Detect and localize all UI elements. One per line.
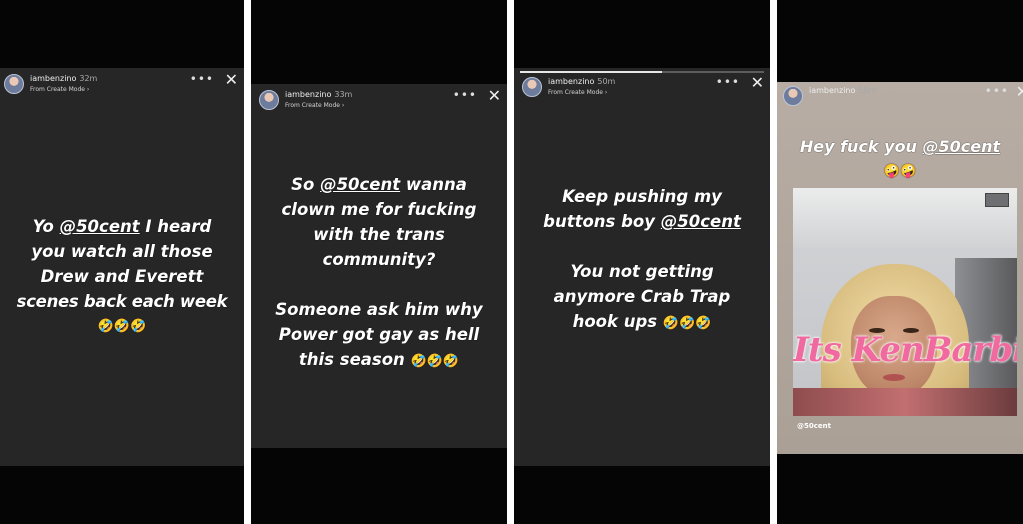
emoji-row: 🤣🤣🤣 xyxy=(97,319,147,334)
story-text-line: clown me for fucking xyxy=(281,200,477,219)
ceiling-vent xyxy=(985,193,1009,207)
story-timestamp: 50m xyxy=(858,86,877,95)
story-card[interactable]: iambenzino 50m From Create Mode › ••• ✕ K… xyxy=(514,68,770,466)
story-text-line: Drew and Everett xyxy=(40,267,204,286)
story-panel-1[interactable]: iambenzino 32m From Create Mode › ••• ✕ Y… xyxy=(0,0,244,524)
story-text-line: with the trans xyxy=(313,225,445,244)
story-header: iambenzino 32m From Create Mode › ••• ✕ xyxy=(4,70,238,100)
story-text-line: Hey fuck you @50cent xyxy=(799,137,1001,156)
story-panel-2[interactable]: iambenzino 33m From Create Mode › ••• ✕ S… xyxy=(251,0,507,524)
emoji-row: 🤪🤪 xyxy=(883,164,917,179)
close-icon[interactable]: ✕ xyxy=(488,86,501,105)
story-username[interactable]: iambenzino 33m xyxy=(285,90,352,99)
more-options-icon[interactable]: ••• xyxy=(190,72,214,86)
story-panel-4[interactable]: iambenzino 50m ••• ✕ Hey fuck you @50cent… xyxy=(777,0,1023,524)
more-options-icon[interactable]: ••• xyxy=(716,75,740,89)
create-mode-link[interactable]: From Create Mode › xyxy=(548,89,607,96)
story-text-line: So @50cent wanna xyxy=(291,175,467,194)
more-options-icon[interactable]: ••• xyxy=(453,88,477,102)
close-icon[interactable]: ✕ xyxy=(751,73,764,92)
story-username[interactable]: iambenzino 32m xyxy=(30,74,97,83)
mention-link[interactable]: @50cent xyxy=(923,137,1001,156)
story-header: iambenzino 50m From Create Mode › ••• ✕ xyxy=(522,73,764,103)
watermark-logo: Its KenBarbie xyxy=(793,330,1017,370)
story-timestamp: 32m xyxy=(79,74,98,83)
story-text-line: this season 🤣🤣🤣 xyxy=(298,350,460,369)
story-text-line: buttons boy @50cent xyxy=(543,212,741,231)
profile-avatar[interactable] xyxy=(259,90,279,110)
story-text-line: Power got gay as hell xyxy=(278,325,480,344)
story-text-line: Yo @50cent I heard xyxy=(32,217,212,236)
profile-avatar[interactable] xyxy=(783,86,803,106)
more-options-icon[interactable]: ••• xyxy=(985,84,1009,98)
story-header: iambenzino 33m From Create Mode › ••• ✕ xyxy=(259,86,501,116)
story-header: iambenzino 50m ••• ✕ xyxy=(783,82,1023,112)
story-panel-3[interactable]: iambenzino 50m From Create Mode › ••• ✕ K… xyxy=(514,0,770,524)
story-text-line: Keep pushing my xyxy=(562,187,722,206)
story-text: Keep pushing my buttons boy @50cent You … xyxy=(514,184,770,336)
story-text-line: community? xyxy=(322,250,436,269)
story-card[interactable]: iambenzino 33m From Create Mode › ••• ✕ S… xyxy=(251,84,507,448)
story-text-line: You not getting xyxy=(570,262,714,281)
story-timestamp: 33m xyxy=(334,90,353,99)
mention-link[interactable]: @50cent xyxy=(661,212,741,231)
mention-link[interactable]: @50cent xyxy=(60,217,140,236)
story-progress-fill xyxy=(520,71,662,73)
story-text: So @50cent wanna clown me for fucking wi… xyxy=(251,172,507,374)
story-username[interactable]: iambenzino 50m xyxy=(548,77,615,86)
create-mode-link[interactable]: From Create Mode › xyxy=(30,86,89,93)
story-card[interactable]: iambenzino 32m From Create Mode › ••• ✕ Y… xyxy=(0,68,244,466)
story-text-line: scenes back each week xyxy=(16,292,228,311)
story-photo[interactable]: Its KenBarbie xyxy=(793,188,1017,416)
story-text-line: hook ups 🤣🤣🤣 xyxy=(572,312,712,331)
close-icon[interactable]: ✕ xyxy=(225,70,238,89)
emoji-row: 🤣🤣🤣 xyxy=(410,354,460,369)
create-mode-link[interactable]: From Create Mode › xyxy=(285,102,344,109)
story-text: Yo @50cent I heard you watch all those D… xyxy=(0,214,244,339)
emoji-row: 🤣🤣🤣 xyxy=(662,316,712,331)
story-card[interactable]: iambenzino 50m ••• ✕ Hey fuck you @50cent… xyxy=(777,82,1023,454)
story-text-line: Someone ask him why xyxy=(275,300,483,319)
story-text-line: you watch all those xyxy=(31,242,213,261)
profile-avatar[interactable] xyxy=(4,74,24,94)
photo-mention-tag[interactable]: @50cent xyxy=(797,422,831,430)
story-text: Hey fuck you @50cent 🤪🤪 xyxy=(777,134,1023,184)
story-text-line: anymore Crab Trap xyxy=(553,287,731,306)
story-progress-bar xyxy=(520,71,764,73)
story-username[interactable]: iambenzino 50m xyxy=(809,86,876,95)
close-icon[interactable]: ✕ xyxy=(1016,82,1023,101)
mention-link[interactable]: @50cent xyxy=(320,175,400,194)
story-timestamp: 50m xyxy=(597,77,616,86)
profile-avatar[interactable] xyxy=(522,77,542,97)
